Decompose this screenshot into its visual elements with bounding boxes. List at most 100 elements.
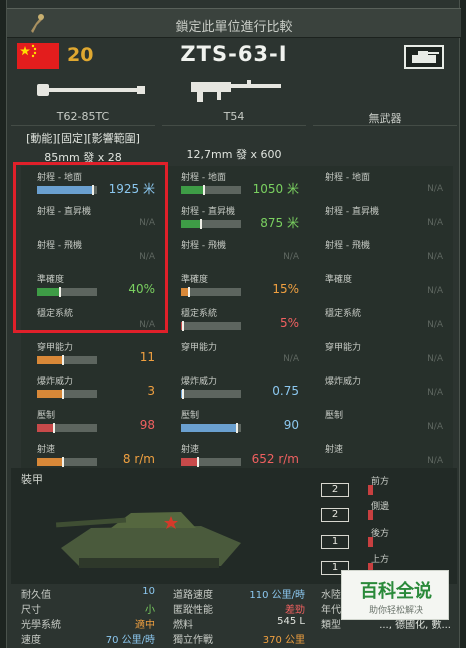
- armor-label: 側邊: [371, 502, 390, 512]
- stat-value: 98: [139, 418, 155, 432]
- stat-bar-track: [37, 423, 97, 433]
- lock-compare-bar[interactable]: 鎖定此單位進行比較: [7, 8, 461, 38]
- armor-bar: [368, 537, 373, 547]
- spec-value: 110 公里/時: [249, 590, 305, 601]
- stat-bar-track: [181, 219, 241, 229]
- stat-label: 射程 - 地面: [181, 173, 226, 183]
- spec-row: 速度 70 公里/時: [11, 631, 161, 646]
- spec-value: 545 L: [277, 616, 305, 627]
- stat-penetration: 穿甲能力 N/A: [309, 336, 453, 370]
- armor-value: 2: [321, 508, 349, 522]
- stat-bar-track: [181, 389, 241, 399]
- weapon-ammo: 12,7mm 發 x 600: [186, 148, 282, 161]
- stat-value-na: N/A: [427, 252, 443, 262]
- stat-value-na: N/A: [427, 184, 443, 194]
- stat-range-heli: 射程 - 直昇機 N/A: [309, 200, 453, 234]
- stat-range-ground: 射程 - 地面 N/A: [309, 166, 453, 200]
- stat-value: 875 米: [260, 216, 299, 230]
- armor-value: 2: [321, 483, 349, 497]
- stat-label: 射程 - 地面: [325, 173, 370, 183]
- spec-row: 道路速度 110 公里/時: [163, 586, 311, 601]
- stat-value-na: N/A: [283, 354, 299, 364]
- stat-range-air: 射程 - 飛機 N/A: [165, 234, 309, 268]
- spec-value: 10: [142, 586, 155, 597]
- spec-row: 燃料 545 L: [163, 616, 311, 631]
- armor-label: 後方: [371, 529, 390, 539]
- stat-value-na: N/A: [427, 218, 443, 228]
- stat-label: 穩定系統: [325, 309, 362, 319]
- spec-label: 尺寸: [21, 605, 41, 616]
- stat-value: 11: [139, 350, 155, 364]
- watermark: 百科全说 助你轻松解决: [341, 570, 449, 620]
- armor-label: 上方: [371, 555, 390, 565]
- stat-bar-track: [37, 355, 97, 365]
- unit-header: 20 ZTS-63-I: [7, 40, 461, 72]
- stat-value: 3: [147, 384, 155, 398]
- stat-value: 652 r/m: [251, 452, 299, 466]
- stat-range-ground: 射程 - 地面 1050 米: [165, 166, 309, 200]
- stat-bar-tick: [197, 457, 199, 467]
- stat-label: 爆炸威力: [181, 377, 218, 387]
- stat-value: 1050 米: [252, 182, 299, 196]
- stat-label: 射程 - 直昇機: [325, 207, 379, 217]
- spec-label: 耐久值: [21, 590, 51, 601]
- machine-gun-icon: [191, 80, 281, 102]
- stat-he-power: 爆炸威力 3: [21, 370, 165, 404]
- unit-card: 鎖定此單位進行比較 20 ZTS-63-I T62-85TC [動能][固定][…: [6, 0, 461, 648]
- stat-label: 穩定系統: [181, 309, 218, 319]
- stat-rof: 射速 N/A: [309, 438, 453, 472]
- spec-value: 適中: [135, 620, 155, 631]
- stat-label: 準確度: [181, 275, 209, 285]
- spec-value: 70 公里/時: [105, 635, 155, 646]
- stat-label: 穿甲能力: [325, 343, 362, 353]
- spec-label: 匿蹤性能: [173, 605, 213, 616]
- armor-bar: [368, 510, 373, 520]
- stat-label: 壓制: [181, 411, 200, 421]
- stat-bar-track: [181, 321, 241, 331]
- spec-row: 光學系統 適中: [11, 616, 161, 631]
- spec-value: 370 公里: [262, 635, 305, 646]
- armor-panel: 裝甲 2 前方 2 側邊 1 後方 1 上方: [11, 468, 457, 584]
- stat-bar-fill: [181, 220, 202, 228]
- stat-label: 爆炸威力: [325, 377, 362, 387]
- stat-bar-fill: [181, 424, 238, 432]
- stat-label: 射程 - 飛機: [181, 241, 226, 251]
- stat-value-na: N/A: [427, 388, 443, 398]
- stat-suppression: 壓制 N/A: [309, 404, 453, 438]
- stat-bar-tick: [236, 423, 238, 433]
- stat-he-power: 爆炸威力 0.75: [165, 370, 309, 404]
- stat-value-na: N/A: [427, 354, 443, 364]
- stat-bar-tick: [62, 457, 64, 467]
- stat-bar-fill: [37, 356, 64, 364]
- spec-label: 水陸: [321, 590, 341, 601]
- stat-value-na: N/A: [283, 252, 299, 262]
- spec-value: 差勁: [285, 605, 305, 616]
- spec-row: 匿蹤性能 差勁: [163, 601, 311, 616]
- stat-label: 穿甲能力: [181, 343, 218, 353]
- stat-suppression: 壓制 98: [21, 404, 165, 438]
- stat-accuracy: 準確度 15%: [165, 268, 309, 302]
- stat-bar-tick: [200, 219, 202, 229]
- stat-label: 壓制: [37, 411, 56, 421]
- stat-value-na: N/A: [427, 286, 443, 296]
- stat-bar-tick: [182, 389, 184, 399]
- stat-label: 準確度: [325, 275, 353, 285]
- stat-bar-tick: [62, 355, 64, 365]
- watermark-title: 百科全说: [360, 581, 432, 602]
- tank-model-image: [55, 512, 241, 568]
- spec-row: 耐久值 10: [11, 586, 161, 601]
- cannon-icon: [37, 84, 145, 96]
- stat-value: 8 r/m: [122, 452, 155, 466]
- stat-rof: 射速 8 r/m: [21, 438, 165, 472]
- stat-label: 射程 - 直昇機: [181, 207, 235, 217]
- stat-bar-track: [181, 457, 241, 467]
- stat-label: 爆炸威力: [37, 377, 74, 387]
- stat-value: 0.75: [272, 384, 299, 398]
- weapon-column-3: 無武器: [313, 108, 457, 126]
- stat-bar-tick: [188, 287, 190, 297]
- stat-he-power: 爆炸威力 N/A: [309, 370, 453, 404]
- armor-bar: [368, 485, 373, 495]
- unit-name: ZTS-63-I: [180, 42, 288, 66]
- stat-bar-track: [37, 457, 97, 467]
- armor-value: 1: [321, 535, 349, 549]
